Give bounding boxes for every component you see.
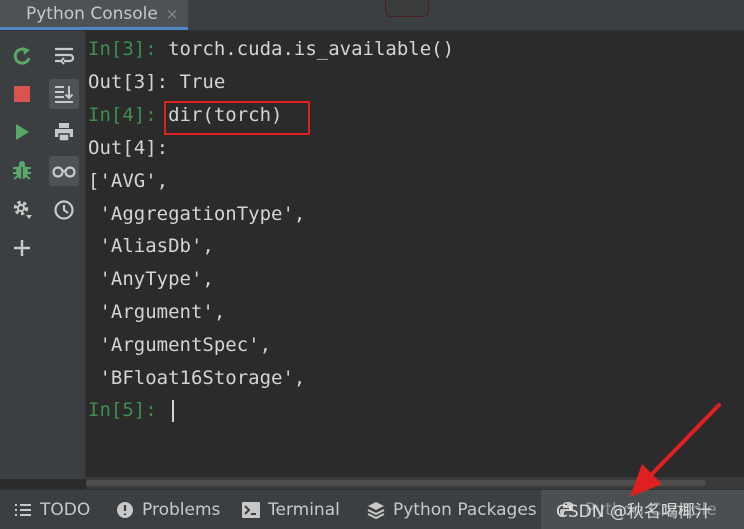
console-text: torch.cuda.is_available() bbox=[168, 38, 455, 60]
console-text: 'AnyType', bbox=[88, 268, 214, 290]
search-overlay-icon bbox=[385, 0, 429, 17]
console-line: 'AnyType', bbox=[88, 264, 214, 294]
console-line: 'AggregationType', bbox=[88, 199, 305, 229]
console-line: 'Argument', bbox=[88, 297, 225, 327]
problems-label: Problems bbox=[142, 499, 221, 520]
tab-python-console[interactable]: Python Console × bbox=[0, 0, 189, 30]
terminal-icon bbox=[242, 501, 260, 518]
console-text: 'Argument', bbox=[88, 301, 226, 323]
console-text: ['AVG', bbox=[88, 170, 169, 192]
tab-title: Python Console bbox=[26, 3, 158, 24]
console-view-toolbar bbox=[43, 31, 86, 479]
add-icon[interactable] bbox=[7, 233, 37, 263]
scroll-to-end-icon[interactable] bbox=[49, 79, 79, 109]
console-text: 'AliasDb', bbox=[88, 235, 214, 257]
prompt-label: In[3]: bbox=[88, 38, 169, 60]
console-line: Out[3]: True bbox=[88, 67, 225, 97]
text-cursor bbox=[172, 399, 175, 422]
info-icon bbox=[117, 501, 133, 518]
prompt-label: In[5]: bbox=[88, 399, 169, 421]
console-text: 'BFloat16Storage', bbox=[88, 367, 306, 389]
python-packages-label: Python Packages bbox=[393, 499, 537, 520]
python-packages-tab[interactable]: Python Packages bbox=[367, 490, 537, 529]
list-icon bbox=[15, 503, 31, 516]
prompt-label: In[4]: bbox=[88, 104, 169, 126]
print-icon[interactable] bbox=[49, 117, 79, 147]
console-line: In[3]: torch.cuda.is_available() bbox=[88, 34, 454, 64]
todo-tab[interactable]: TODO bbox=[14, 490, 90, 529]
terminal-tab[interactable]: Terminal bbox=[242, 490, 340, 529]
settings-icon[interactable] bbox=[7, 194, 37, 224]
rerun-icon[interactable] bbox=[7, 41, 37, 71]
console-line: 'BFloat16Storage', bbox=[88, 363, 305, 393]
console-line: 'ArgumentSpec', bbox=[88, 330, 271, 360]
console-actions-toolbar bbox=[0, 31, 43, 479]
run-icon[interactable] bbox=[7, 117, 37, 147]
console-line: ['AVG', bbox=[88, 166, 168, 196]
red-arrow-annotation bbox=[630, 403, 721, 497]
scrollbar-thumb[interactable] bbox=[86, 480, 706, 486]
console-text: 'AggregationType', bbox=[88, 203, 306, 225]
history-icon[interactable] bbox=[49, 195, 79, 225]
debug-icon[interactable] bbox=[7, 155, 37, 185]
console-line: 'AliasDb', bbox=[88, 231, 214, 261]
console-text: 'ArgumentSpec', bbox=[88, 334, 272, 356]
tab-bar: Python Console × bbox=[0, 0, 744, 31]
close-icon[interactable]: × bbox=[166, 5, 179, 23]
console-line: Out[4]: bbox=[88, 133, 168, 163]
layers-icon bbox=[367, 501, 385, 519]
todo-label: TODO bbox=[40, 499, 91, 520]
watermark-text: CSDN @秋名喝椰汁 bbox=[556, 502, 712, 522]
console-text: Out[4]: bbox=[88, 137, 169, 159]
stop-icon[interactable] bbox=[7, 79, 37, 109]
terminal-label: Terminal bbox=[268, 499, 340, 520]
soft-wrap-icon[interactable] bbox=[49, 41, 79, 71]
console-text: Out[3]: True bbox=[88, 71, 226, 93]
problems-tab[interactable]: Problems bbox=[116, 490, 220, 529]
console-input-line[interactable]: In[5]: bbox=[88, 395, 175, 425]
highlight-annotation-box bbox=[164, 101, 310, 135]
show-variables-icon[interactable] bbox=[49, 156, 79, 186]
